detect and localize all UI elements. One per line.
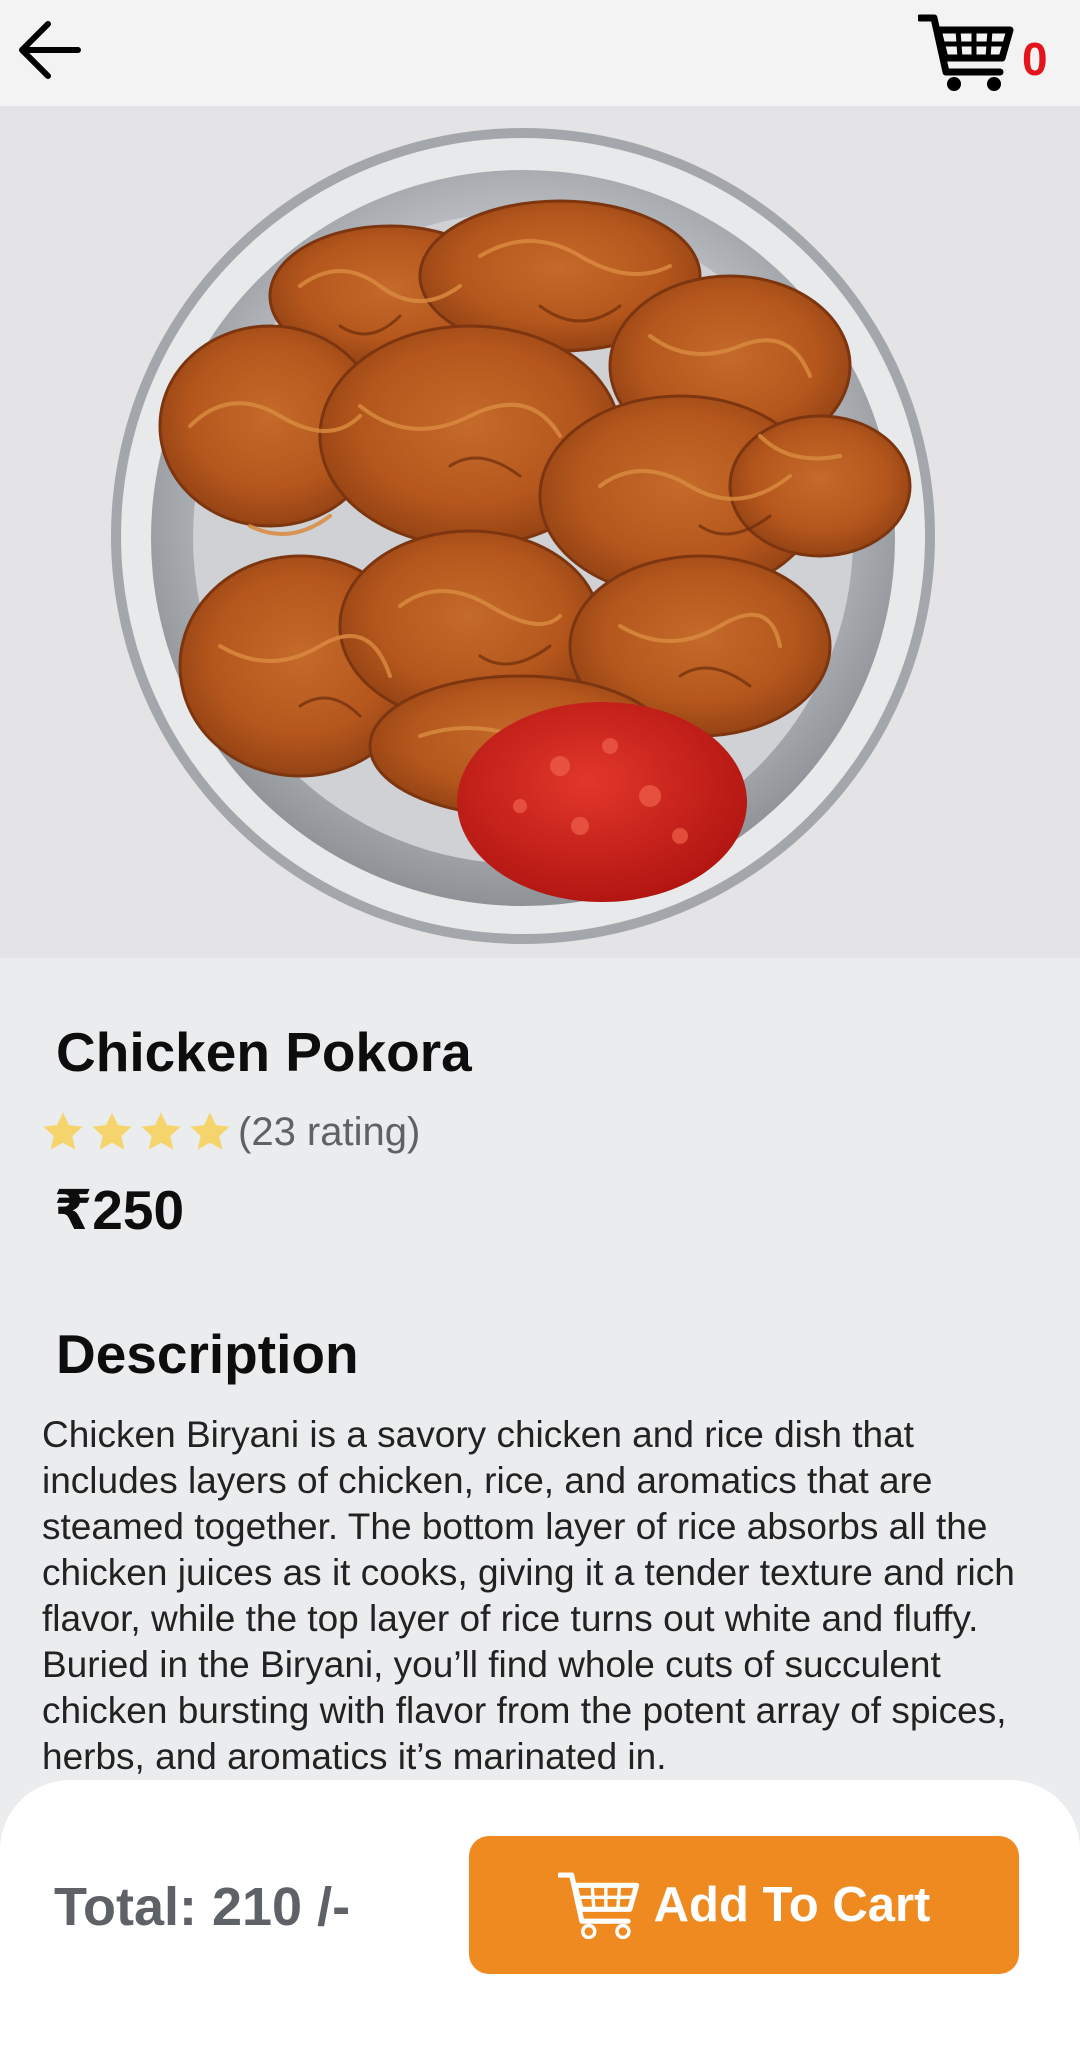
shopping-cart-icon	[557, 1872, 639, 1940]
product-detail-screen: 0 Chicken Pokora (23 rating) ₹250 Descri…	[0, 0, 1080, 2055]
star-icon	[43, 1112, 83, 1150]
product-price: ₹250	[54, 1179, 185, 1241]
back-arrow-icon	[19, 21, 81, 79]
add-to-cart-label: Add To Cart	[653, 1878, 931, 1932]
description-heading: Description	[56, 1323, 359, 1385]
product-image	[0, 106, 1080, 958]
total-label: Total: 210 /-	[54, 1877, 351, 1937]
shopping-cart-icon	[918, 14, 1014, 91]
product-title: Chicken Pokora	[56, 1021, 472, 1083]
star-icon	[141, 1112, 181, 1150]
add-to-cart-button[interactable]: Add To Cart	[469, 1836, 1019, 1974]
food-plate-image	[111, 128, 935, 944]
cart-count-badge: 0	[1022, 33, 1048, 85]
bottom-action-bar: Total: 210 /- Add To Cart	[0, 1780, 1080, 2055]
top-bar: 0	[0, 0, 1080, 106]
rating-count: (23 rating)	[238, 1109, 421, 1154]
cart-button[interactable]: 0	[918, 10, 1068, 96]
star-icon	[92, 1112, 132, 1150]
back-button[interactable]	[12, 12, 92, 92]
description-text: Chicken Biryani is a savory chicken and …	[42, 1414, 1015, 1777]
rating-row: (23 rating)	[40, 1104, 420, 1160]
star-icon	[190, 1112, 230, 1150]
